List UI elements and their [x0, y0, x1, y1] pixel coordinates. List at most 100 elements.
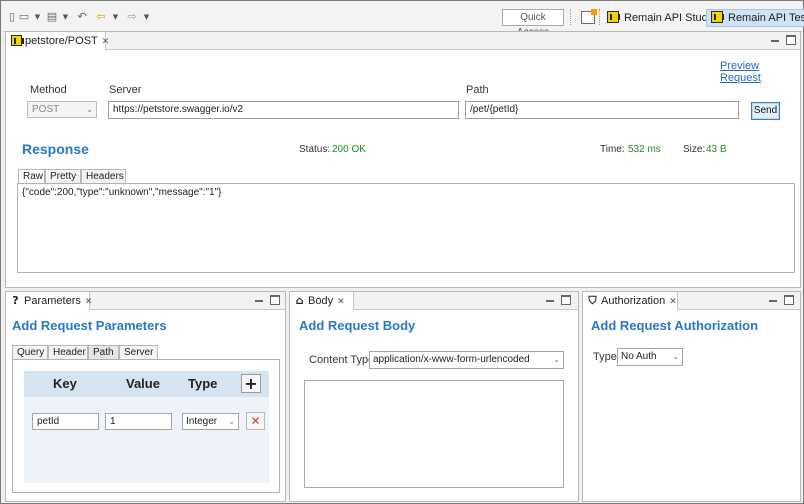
status-label: Status:	[299, 144, 331, 155]
back-arrow-icon[interactable]: ⇦	[95, 11, 107, 23]
time-value: 532 ms	[628, 144, 661, 155]
parameters-view: ? Parameters ✕ Add Request Parameters Quer…	[5, 291, 286, 502]
auth-type-value: No Auth	[621, 351, 657, 362]
param-value-input[interactable]: 1	[105, 413, 172, 430]
tab-headers[interactable]: Headers	[81, 169, 126, 184]
subtab-query[interactable]: Query	[12, 345, 48, 360]
save-icon[interactable]: ▤	[46, 11, 58, 23]
undo-edit-icon[interactable]: ↶	[76, 11, 88, 23]
chevron-down-icon[interactable]: ▼	[62, 13, 69, 21]
time-label: Time:	[600, 144, 625, 155]
content-type-label: Content Type	[309, 354, 375, 366]
column-type: Type	[188, 376, 218, 391]
column-value: Value	[126, 376, 160, 391]
body-view: ⌂ Body ✕ Add Request Body Content Type app…	[289, 291, 579, 502]
tab-label: Authorization	[601, 295, 666, 307]
authorization-tabbar: ⛉ Authorization ✕	[583, 292, 800, 310]
preview-request-link[interactable]: Preview Request	[720, 60, 800, 84]
maximize-icon[interactable]	[784, 295, 794, 305]
tab-parameters[interactable]: ? Parameters ✕	[6, 292, 93, 311]
chevron-down-icon: ⌄	[228, 417, 235, 426]
body-textarea[interactable]	[304, 380, 564, 488]
param-key-input[interactable]: petId	[32, 413, 99, 430]
auth-type-select[interactable]: No Auth ⌄	[617, 348, 683, 366]
minimize-icon[interactable]	[770, 35, 780, 45]
close-icon[interactable]: ✕	[102, 33, 110, 51]
maximize-icon[interactable]	[270, 295, 280, 305]
remain-logo-icon	[711, 11, 724, 23]
params-table-header: Key Value Type +	[24, 371, 269, 397]
close-icon[interactable]: ✕	[85, 293, 93, 311]
path-input[interactable]: /pet/{petId}	[465, 101, 739, 119]
shield-icon: ⛉	[588, 294, 597, 307]
param-type-value: Integer	[186, 416, 218, 427]
chevron-down-icon[interactable]: ▼	[143, 13, 150, 21]
tab-label: petstore/POST	[25, 35, 98, 47]
params-table-body: petId 1 Integer ⌄ ✕	[24, 397, 269, 483]
chevron-down-icon: ⌄	[86, 105, 93, 114]
forward-arrow-icon[interactable]: ⇨	[126, 11, 138, 23]
column-key: Key	[53, 376, 77, 391]
maximize-icon[interactable]	[561, 295, 571, 305]
editor-tabbar: petstore/POST ✕	[6, 32, 800, 50]
delete-parameter-button[interactable]: ✕	[246, 412, 265, 430]
method-label: Method	[30, 84, 67, 96]
auth-type-label: Type	[593, 351, 617, 363]
server-label: Server	[109, 84, 142, 96]
minimize-icon[interactable]	[254, 295, 264, 305]
question-icon: ?	[12, 294, 19, 307]
tab-authorization[interactable]: ⛉ Authorization ✕	[583, 292, 678, 310]
main-toolbar: ▯ ▭ ▼ ▤ ▼ ↶ ⇦ ▼ ⇨ ▼ Quick Access Remain …	[2, 2, 804, 38]
subtab-path[interactable]: Path	[88, 345, 119, 360]
app-window: ▯ ▭ ▼ ▤ ▼ ↶ ⇦ ▼ ⇨ ▼ Quick Access Remain …	[0, 0, 804, 504]
maximize-icon[interactable]	[786, 35, 796, 45]
close-icon[interactable]: ✕	[669, 293, 677, 311]
status-value: 200 OK	[332, 144, 366, 155]
add-parameter-button[interactable]: +	[241, 374, 261, 393]
tab-label: Body	[308, 295, 334, 307]
perspective-label: Remain API Test	[728, 12, 804, 24]
toolbar-separator	[599, 9, 600, 25]
folder-icon[interactable]: ▭	[18, 11, 30, 23]
parameters-tabbar: ? Parameters ✕	[6, 292, 285, 310]
remain-logo-icon	[11, 35, 24, 46]
toolbar-separator	[570, 9, 571, 25]
content-type-value: application/x-www-form-urlencoded	[373, 354, 530, 365]
chevron-down-icon[interactable]: ▼	[34, 13, 41, 21]
send-button[interactable]: Send	[751, 102, 780, 120]
method-select[interactable]: POST ⌄	[27, 101, 97, 118]
tab-petstore-post[interactable]: petstore/POST ✕	[6, 32, 109, 50]
response-title: Response	[22, 141, 89, 157]
package-icon: ⌂	[295, 294, 304, 307]
request-editor: petstore/POST ✕ Preview Request Method Se…	[5, 31, 801, 288]
minimize-icon[interactable]	[768, 295, 778, 305]
param-type-select[interactable]: Integer ⌄	[182, 413, 239, 430]
perspective-label: Remain API Studio	[624, 12, 717, 24]
parameters-title: Add Request Parameters	[12, 318, 167, 333]
body-tabbar: ⌂ Body ✕	[290, 292, 578, 310]
subtab-header[interactable]: Header	[48, 345, 88, 360]
subtab-server[interactable]: Server	[119, 345, 158, 360]
tab-body[interactable]: ⌂ Body ✕	[290, 292, 354, 310]
new-file-icon[interactable]: ▯	[6, 11, 18, 23]
body-title: Add Request Body	[299, 318, 416, 333]
chevron-down-icon[interactable]: ▼	[112, 13, 119, 21]
tab-label: Parameters	[24, 295, 81, 307]
server-input[interactable]: https://petstore.swagger.io/v2	[108, 101, 459, 119]
path-params-panel: Key Value Type + petId 1 Integer ⌄ ✕	[12, 359, 280, 493]
content-type-select[interactable]: application/x-www-form-urlencoded ⌄	[369, 351, 564, 369]
authorization-title: Add Request Authorization	[591, 318, 759, 333]
open-perspective-icon[interactable]	[581, 9, 597, 24]
chevron-down-icon: ⌄	[672, 352, 679, 361]
chevron-down-icon: ⌄	[553, 355, 560, 364]
close-icon[interactable]: ✕	[337, 293, 345, 311]
perspective-remain-api-studio[interactable]: Remain API Studio	[603, 9, 721, 27]
tab-pretty[interactable]: Pretty	[45, 169, 81, 184]
response-body-text[interactable]: {"code":200,"type":"unknown","message":"…	[17, 183, 795, 273]
quick-access-field[interactable]: Quick Access	[502, 9, 564, 38]
size-value: 43 B	[706, 144, 727, 155]
path-label: Path	[466, 84, 489, 96]
minimize-icon[interactable]	[545, 295, 555, 305]
tab-raw[interactable]: Raw	[18, 169, 45, 184]
perspective-remain-api-test[interactable]: Remain API Test	[706, 9, 804, 27]
